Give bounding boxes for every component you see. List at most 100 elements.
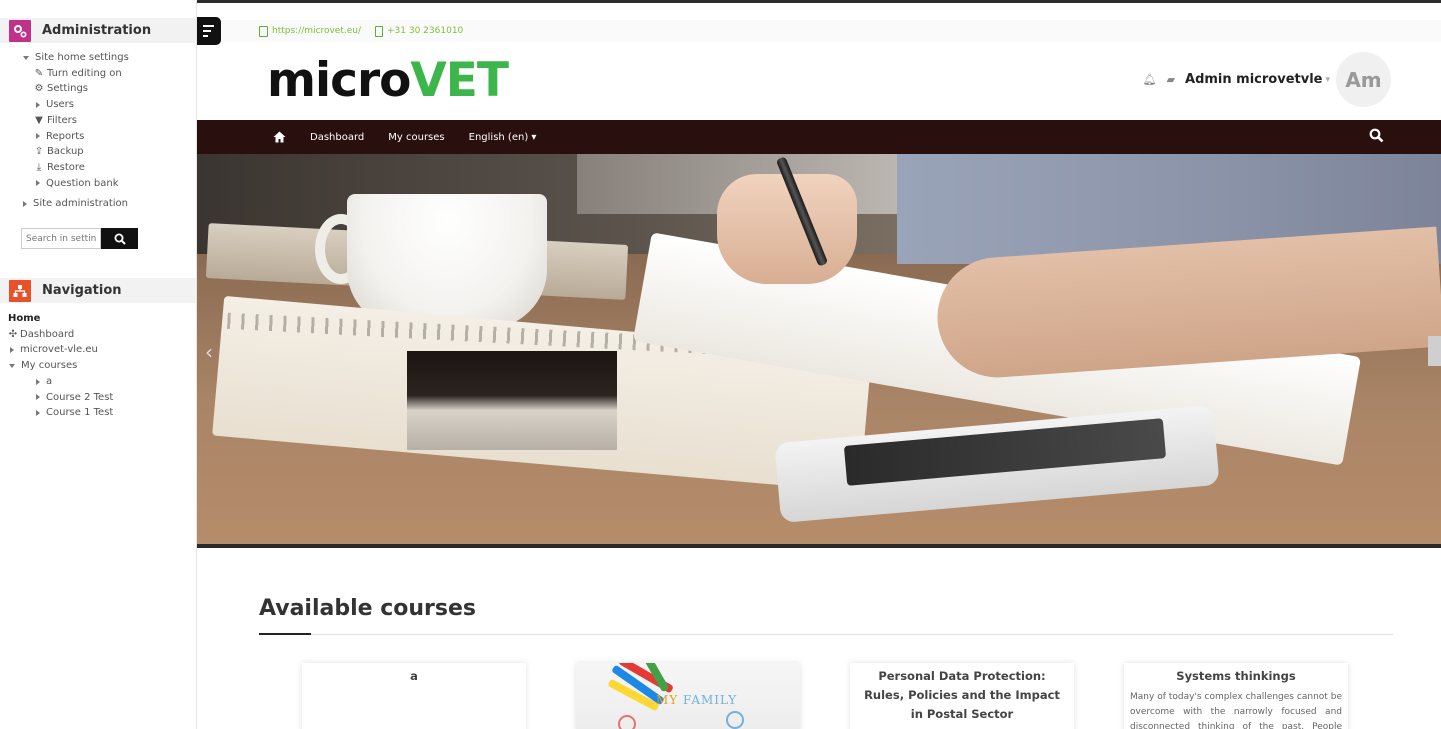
- nav-my-courses-node[interactable]: My courses: [8, 358, 113, 374]
- nav-site-label: microvet-vle.eu: [20, 344, 98, 356]
- users-label: Users: [46, 99, 75, 111]
- user-menu[interactable]: 🔔︎ ▰ Admin microvetvle ▾ Am: [1143, 52, 1391, 107]
- site-home-settings-node[interactable]: Site home settings: [23, 50, 129, 66]
- upload-icon: ⇪: [34, 146, 44, 158]
- reports-node[interactable]: Reports: [23, 129, 129, 145]
- nav-home-label: Home: [8, 313, 41, 324]
- search-icon[interactable]: [1369, 128, 1384, 148]
- filters-link[interactable]: ▼ Filters: [23, 113, 129, 129]
- gear-icon: ⚙: [34, 83, 44, 95]
- backup-label: Backup: [47, 146, 84, 158]
- nav-course-2-label: Course 2 Test: [46, 391, 114, 403]
- reports-label: Reports: [46, 130, 85, 142]
- search-icon: [114, 233, 126, 245]
- course-card-image-text: MY FAMILY: [656, 693, 737, 707]
- question-bank-node[interactable]: Question bank: [23, 176, 129, 192]
- collapsed-caret-icon: [36, 378, 40, 385]
- nav-site-node[interactable]: microvet-vle.eu: [8, 342, 113, 358]
- image-text-my: MY: [656, 693, 684, 707]
- course-card-title[interactable]: a: [302, 663, 526, 686]
- users-node[interactable]: Users: [23, 97, 129, 113]
- slider-thumbnail: [407, 351, 617, 450]
- expanded-caret-icon: [23, 55, 29, 60]
- menu-line-icon: [203, 35, 208, 37]
- primary-navbar: Dashboard My courses English (en) ▾: [197, 120, 1441, 154]
- course-card-summary: Many of today's complex challenges canno…: [1130, 692, 1342, 729]
- question-bank-label: Question bank: [46, 177, 119, 189]
- collapsed-caret-icon: [36, 133, 40, 140]
- phone-icon: [375, 25, 384, 37]
- slider-prev-icon[interactable]: ‹: [205, 340, 213, 364]
- admin-search-input[interactable]: [21, 228, 101, 249]
- admin-search-button[interactable]: [101, 228, 138, 249]
- dashboard-icon: ✣: [8, 328, 18, 340]
- home-icon[interactable]: [273, 131, 286, 143]
- administration-block-header[interactable]: Administration: [0, 18, 196, 43]
- course-card-title[interactable]: Systems thinkings: [1124, 663, 1348, 688]
- expanded-caret-icon: [9, 363, 15, 368]
- nav-dashboard[interactable]: Dashboard: [310, 132, 364, 143]
- admin-search-form: [21, 228, 138, 249]
- filters-label: Filters: [47, 114, 77, 126]
- turn-editing-on-link[interactable]: ✎ Turn editing on: [23, 66, 129, 82]
- nav-home-link[interactable]: Home: [8, 311, 113, 327]
- restore-label: Restore: [47, 161, 85, 173]
- face-drawing-icon: [726, 711, 744, 729]
- cogs-icon: [9, 19, 31, 42]
- course-card[interactable]: a: [302, 663, 526, 729]
- site-logo[interactable]: microVET: [267, 57, 509, 104]
- collapsed-caret-icon: [36, 394, 40, 401]
- logo-text-micro: micro: [267, 53, 411, 108]
- course-card[interactable]: MY FAMILY: [576, 663, 800, 729]
- collapsed-caret-icon: [36, 180, 40, 187]
- site-home-settings-label: Site home settings: [35, 52, 129, 63]
- course-card[interactable]: Systems thinkings Many of today's comple…: [1124, 663, 1348, 729]
- hero-bottom-border: [197, 544, 1441, 548]
- language-label: English (en): [468, 131, 529, 143]
- pencil-icon: ✎: [34, 67, 44, 79]
- turn-editing-on-label: Turn editing on: [47, 67, 122, 79]
- website-link[interactable]: https://microvet.eu/: [259, 25, 361, 37]
- navigation-title: Navigation: [42, 283, 122, 298]
- chat-icon[interactable]: ▰: [1167, 73, 1175, 86]
- nav-course-1-test[interactable]: Course 1 Test: [8, 405, 113, 421]
- avatar[interactable]: Am: [1336, 52, 1391, 107]
- restore-link[interactable]: ⤓ Restore: [23, 160, 129, 176]
- download-icon: ⤓: [36, 161, 42, 173]
- site-administration-node[interactable]: Site administration: [23, 196, 129, 212]
- contact-bar: https://microvet.eu/ +31 30 2361010: [221, 20, 1441, 42]
- collapsed-caret-icon: [23, 201, 27, 208]
- settings-link[interactable]: ⚙ Settings: [23, 81, 129, 97]
- language-menu[interactable]: English (en) ▾: [469, 132, 537, 143]
- nav-my-courses-label: My courses: [21, 360, 78, 372]
- course-card-title[interactable]: Personal Data Protection: Rules, Policie…: [850, 663, 1074, 724]
- section-divider: [259, 634, 1393, 635]
- menu-line-icon: [203, 30, 211, 32]
- nav-course-a[interactable]: a: [8, 374, 113, 390]
- course-card[interactable]: Personal Data Protection: Rules, Policie…: [850, 663, 1074, 729]
- site-administration-label: Site administration: [33, 198, 129, 210]
- sitemap-icon: [9, 279, 31, 302]
- nav-course-a-label: a: [46, 375, 53, 387]
- collapsed-caret-icon: [36, 410, 40, 417]
- caret-down-icon: ▾: [531, 131, 537, 143]
- hero-slider: ‹: [197, 154, 1441, 546]
- filter-icon: ▼: [35, 114, 43, 126]
- drawer-toggle-button[interactable]: [197, 17, 221, 45]
- settings-label: Settings: [47, 83, 89, 95]
- nav-course-1-label: Course 1 Test: [46, 407, 114, 419]
- nav-my-courses[interactable]: My courses: [388, 132, 444, 143]
- face-drawing-icon: [618, 715, 636, 729]
- slider-next-button[interactable]: [1428, 336, 1441, 366]
- phone-link[interactable]: +31 30 2361010: [375, 25, 464, 37]
- backup-link[interactable]: ⇪ Backup: [23, 144, 129, 160]
- nav-dashboard-link[interactable]: ✣ Dashboard: [8, 327, 113, 343]
- navigation-block-header[interactable]: Navigation: [0, 278, 196, 303]
- logo-text-vet: VET: [410, 53, 509, 108]
- navigation-tree: Home ✣ Dashboard microvet-vle.eu My cour…: [8, 311, 113, 421]
- bell-icon[interactable]: 🔔︎: [1143, 73, 1157, 86]
- main-region: https://microvet.eu/ +31 30 2361010 micr…: [197, 0, 1441, 729]
- nav-course-2-test[interactable]: Course 2 Test: [8, 390, 113, 406]
- user-name[interactable]: Admin microvetvle: [1185, 72, 1322, 87]
- phone-text: +31 30 2361010: [387, 26, 464, 36]
